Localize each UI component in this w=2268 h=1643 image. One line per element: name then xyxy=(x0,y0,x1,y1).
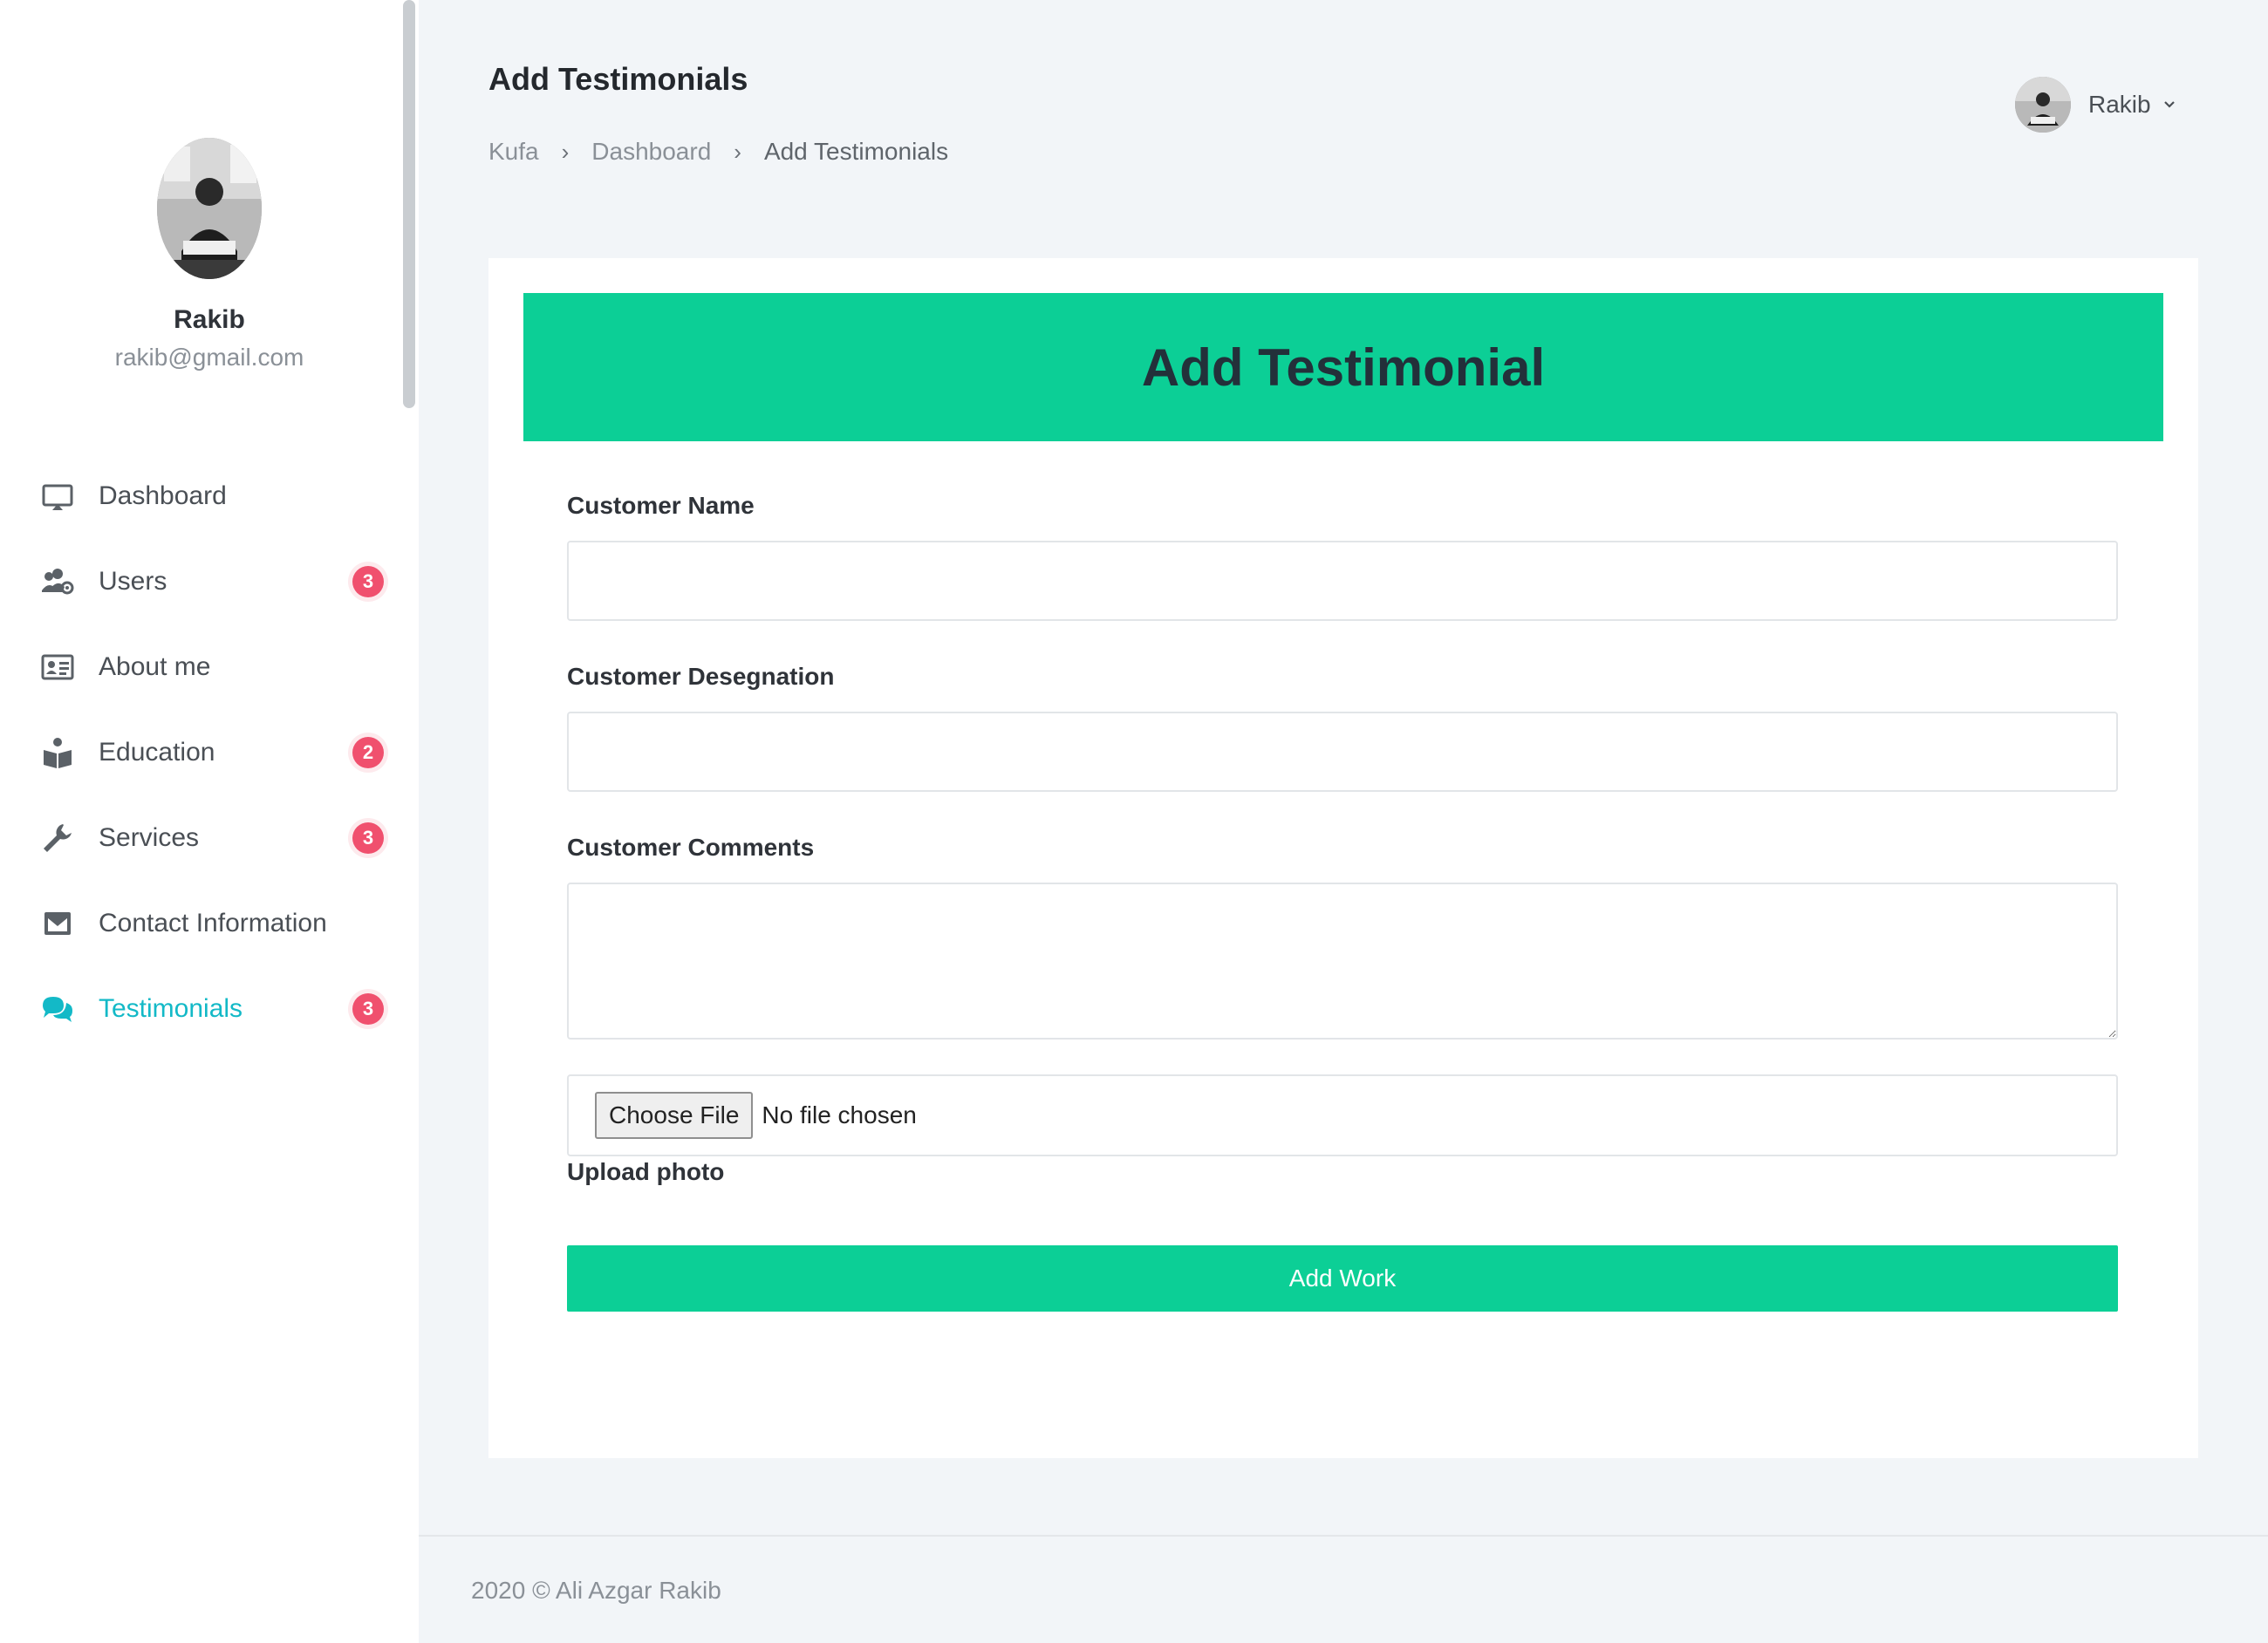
sidebar-item-label: Education xyxy=(99,738,215,767)
card-title: Add Testimonial xyxy=(1141,337,1546,397)
chevron-right-icon: › xyxy=(734,138,741,165)
user-menu[interactable]: Rakib xyxy=(2015,77,2177,133)
upload-photo-label: Upload photo xyxy=(567,1158,725,1185)
education-count-badge: 2 xyxy=(352,737,384,768)
breadcrumb: Kufa › Dashboard › Add Testimonials xyxy=(488,138,948,166)
book-reader-icon xyxy=(38,733,77,772)
profile-avatar xyxy=(157,138,262,279)
sidebar-item-label: Contact Information xyxy=(99,909,327,937)
page-title: Add Testimonials xyxy=(488,61,748,97)
user-name: Rakib xyxy=(2088,91,2151,118)
breadcrumb-item-current: Add Testimonials xyxy=(763,138,949,165)
sidebar-item-dashboard[interactable]: Dashboard xyxy=(0,453,419,539)
card-header: Add Testimonial xyxy=(523,293,2163,441)
sidebar-item-label: Users xyxy=(99,567,167,596)
sidebar-item-label: Services xyxy=(99,823,200,852)
customer-designation-label: Customer Desegnation xyxy=(567,663,835,690)
customer-designation-input[interactable] xyxy=(567,712,2118,792)
id-card-icon xyxy=(38,648,77,686)
sidebar-item-users[interactable]: Users 3 xyxy=(0,539,419,624)
customer-name-input[interactable] xyxy=(567,541,2118,621)
chevron-right-icon: › xyxy=(561,138,570,165)
comments-icon xyxy=(38,990,77,1028)
envelope-icon xyxy=(38,904,77,943)
profile-name: Rakib xyxy=(174,305,245,334)
choose-file-button[interactable]: Choose File xyxy=(595,1092,754,1139)
customer-name-label: Customer Name xyxy=(567,492,755,519)
footer-divider xyxy=(419,1535,2268,1537)
footer-copyright: 2020 © Ali Azgar Rakib xyxy=(471,1577,721,1604)
photo-file-input[interactable]: Choose File No file chosen xyxy=(567,1074,2118,1156)
sidebar-item-label: Testimonials xyxy=(99,994,243,1023)
sidebar-item-about-me[interactable]: About me xyxy=(0,624,419,710)
sidebar-item-label: About me xyxy=(99,652,211,681)
services-count-badge: 3 xyxy=(352,822,384,854)
sidebar-item-contact-information[interactable]: Contact Information xyxy=(0,881,419,966)
testimonial-form-card: Add Testimonial Customer Name Customer D… xyxy=(488,258,2198,1458)
sidebar: Rakib rakib@gmail.com Dashboard Users 3 … xyxy=(0,0,419,1643)
user-avatar xyxy=(2015,77,2071,133)
add-work-button[interactable]: Add Work xyxy=(567,1245,2118,1312)
users-cog-icon xyxy=(38,562,77,601)
file-status: No file chosen xyxy=(762,1101,917,1128)
wrench-icon xyxy=(38,819,77,857)
monitor-icon xyxy=(38,477,77,515)
sidebar-item-testimonials[interactable]: Testimonials 3 xyxy=(0,966,419,1052)
users-count-badge: 3 xyxy=(352,566,384,597)
chevron-down-icon xyxy=(2163,101,2175,108)
sidebar-item-label: Dashboard xyxy=(99,481,227,510)
testimonials-count-badge: 3 xyxy=(352,993,384,1025)
breadcrumb-item-dashboard[interactable]: Dashboard xyxy=(591,138,711,166)
sidebar-nav: Dashboard Users 3 About me Education 2 S… xyxy=(0,453,419,1052)
sidebar-item-education[interactable]: Education 2 xyxy=(0,710,419,795)
customer-comments-textarea[interactable] xyxy=(567,883,2118,1040)
breadcrumb-item-kufa[interactable]: Kufa xyxy=(488,138,539,166)
sidebar-item-services[interactable]: Services 3 xyxy=(0,795,419,881)
profile-email: rakib@gmail.com xyxy=(114,344,304,371)
customer-comments-label: Customer Comments xyxy=(567,834,815,861)
